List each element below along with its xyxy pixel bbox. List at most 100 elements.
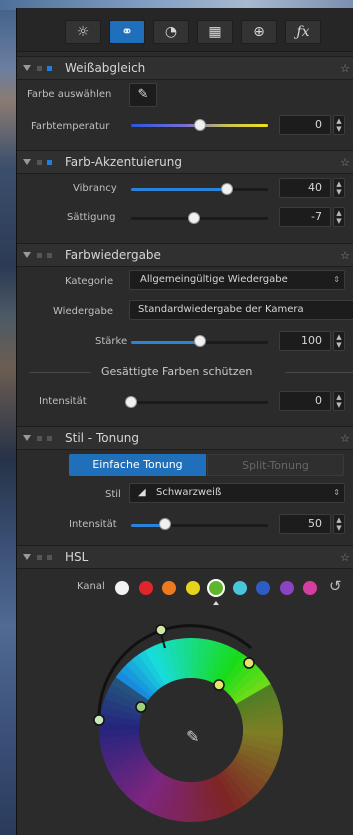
section-title: HSL [65,550,89,564]
star-icon[interactable]: ☆ [340,62,350,75]
detail-icon: ◔ [164,24,178,40]
category-label: Kategorie [65,276,114,287]
vibrancy-label: Vibrancy [73,183,117,194]
section-toggle-icon[interactable] [37,555,52,560]
category-value: Allgemeingültige Wiedergabe [140,274,288,285]
color-wheel-graphic: ✎ [93,624,283,822]
divider-line [29,372,91,373]
color-circles-icon: ⚭ [121,24,133,40]
protect-intensity-stepper[interactable]: ▲ ▼ [333,391,345,411]
vibrancy-slider-knob[interactable] [220,183,233,195]
wheel-handle[interactable] [213,679,225,691]
color-tab[interactable]: ⚭ [109,20,145,44]
local-adjust-tab[interactable]: ⊕ [241,20,277,44]
toning-intensity-slider-knob[interactable] [159,518,172,530]
gradient-triangle-icon: ◢ [138,487,146,498]
effects-tab[interactable]: ƒx [285,20,321,44]
photo-background-strip [0,0,16,835]
section-toggle-icon[interactable] [37,66,52,71]
strength-slider-knob[interactable] [193,335,206,347]
rendering-select[interactable]: Standardwiedergabe der Kamera [129,300,353,320]
channel-swatch[interactable] [185,581,200,595]
reset-icon[interactable]: ↺ [329,577,342,595]
effects-fx-icon: ƒx [296,24,310,40]
temperature-slider-knob[interactable] [193,119,206,131]
strength-label: Stärke [95,336,128,347]
color-adjust-panel: ☼ ⚭ ◔ ▦ ⊕ ƒx Weißabgleich ☆ Farbe auswäh… [16,8,353,835]
channel-swatch[interactable] [115,581,129,595]
section-toggle-icon[interactable] [37,436,52,441]
updown-arrow-icon: ⇕ [333,275,340,284]
simple-toning-tab[interactable]: Einfache Tonung [69,454,206,476]
section-title: Stil - Tonung [65,431,140,445]
saturation-slider-knob[interactable] [188,212,201,224]
vibrancy-slider-fill [131,188,227,191]
star-icon[interactable]: ☆ [340,432,350,445]
color-accent-header[interactable]: Farb-Akzentuierung ☆ [17,150,353,174]
split-toning-tab[interactable]: Split-Tonung [207,454,344,476]
palette-toolbar: ☼ ⚭ ◔ ▦ ⊕ ƒx [17,8,353,52]
collapse-triangle-icon[interactable] [23,65,31,71]
channel-swatch[interactable] [138,581,153,595]
protect-intensity-slider-track[interactable] [131,401,268,404]
vibrancy-stepper[interactable]: ▲ ▼ [333,178,345,198]
wheel-handle[interactable] [243,657,255,669]
vibrancy-value[interactable]: 40 [279,178,331,198]
category-select[interactable]: Allgemeingültige Wiedergabe ⇕ [129,270,345,290]
channel-swatch[interactable] [232,581,247,595]
color-rendering-header[interactable]: Farbwiedergabe ☆ [17,243,353,267]
collapse-triangle-icon[interactable] [23,554,31,560]
lens-grid-icon: ▦ [208,24,222,40]
section-toggle-icon[interactable] [37,160,52,165]
channel-swatch[interactable] [207,579,225,597]
selected-channel-marker [213,601,219,605]
channel-swatch[interactable] [256,581,270,595]
saturation-value[interactable]: -7 [279,207,331,227]
hsl-header[interactable]: HSL ☆ [17,545,353,569]
toning-intensity-value[interactable]: 50 [279,514,331,534]
section-toggle-icon[interactable] [37,253,52,258]
collapse-triangle-icon[interactable] [23,435,31,441]
section-title: Farb-Akzentuierung [65,155,183,169]
rendering-value: Standardwiedergabe der Kamera [138,304,304,315]
temperature-stepper[interactable]: ▲ ▼ [333,115,345,135]
collapse-triangle-icon[interactable] [23,252,31,258]
protect-saturated-label: Gesättigte Farben schützen [101,365,253,378]
style-toning-header[interactable]: Stil - Tonung ☆ [17,426,353,450]
style-value: Schwarzweiß [156,487,222,498]
star-icon[interactable]: ☆ [340,249,350,262]
protect-intensity-slider-knob[interactable] [125,396,137,408]
sun-icon: ☼ [76,24,90,40]
local-adjust-icon: ⊕ [253,24,265,40]
hsl-color-wheel[interactable]: ✎ [81,620,301,835]
strength-slider-fill [131,341,200,344]
channel-swatch[interactable] [279,581,294,595]
geometry-tab[interactable]: ▦ [197,20,233,44]
channel-swatch[interactable] [162,581,176,595]
saturation-stepper[interactable]: ▲ ▼ [333,207,345,227]
strength-value[interactable]: 100 [279,331,331,351]
channel-swatch[interactable] [303,581,317,595]
wheel-handle[interactable] [93,714,105,726]
star-icon[interactable]: ☆ [340,551,350,564]
protect-intensity-value[interactable]: 0 [279,391,331,411]
eyedropper-button[interactable]: ✎ [129,83,157,107]
temperature-value[interactable]: 0 [279,115,331,135]
toning-intensity-label: Intensität [69,519,117,530]
light-tab[interactable]: ☼ [65,20,101,44]
channel-label: Kanal [77,581,105,592]
wheel-handle[interactable] [135,701,147,713]
collapse-triangle-icon[interactable] [23,159,31,165]
style-select[interactable]: ◢ Schwarzweiß ⇕ [129,483,345,503]
protect-intensity-label: Intensität [39,396,87,407]
strength-stepper[interactable]: ▲ ▼ [333,331,345,351]
star-icon[interactable]: ☆ [340,156,350,169]
white-balance-header[interactable]: Weißabgleich ☆ [17,56,353,80]
saturation-label: Sättigung [67,212,116,223]
rendering-label: Wiedergabe [53,306,114,317]
wheel-handle[interactable] [155,624,167,636]
detail-tab[interactable]: ◔ [153,20,189,44]
eyedropper-icon: ✎ [186,727,199,746]
toning-intensity-stepper[interactable]: ▲ ▼ [333,514,345,534]
style-label: Stil [105,489,121,500]
